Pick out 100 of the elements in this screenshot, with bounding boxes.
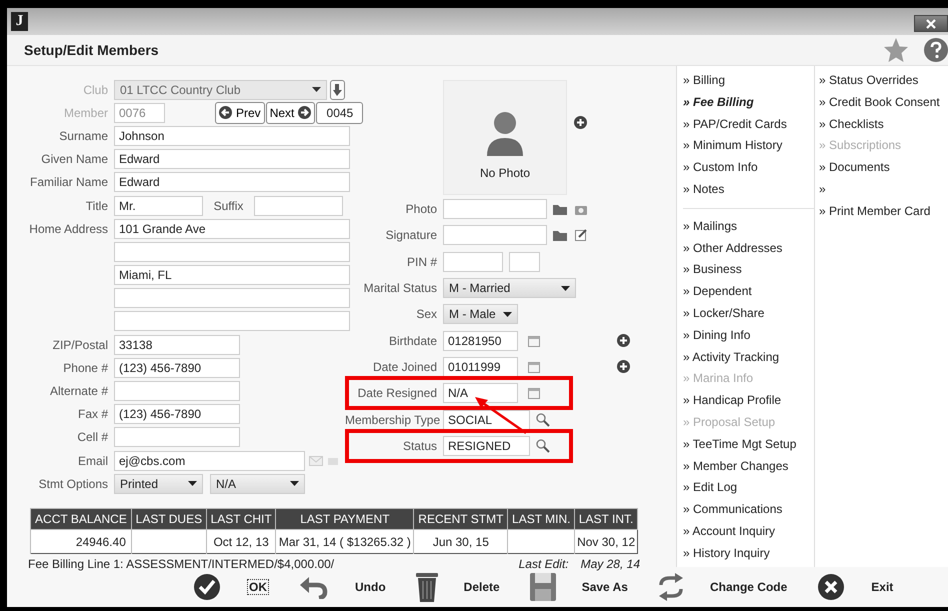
caret-icon: [312, 87, 321, 92]
nav-link[interactable]: » Dependent: [683, 281, 814, 303]
email-field[interactable]: ej@cbs.com: [114, 450, 305, 471]
nav-link[interactable]: » Fee Billing: [683, 92, 814, 114]
text-field[interactable]: Miami, FL: [114, 265, 350, 286]
field-label: Suffix: [212, 198, 244, 213]
nav-link[interactable]: » PAP/Credit Cards: [683, 114, 814, 136]
nav-link[interactable]: » Checklists: [819, 114, 948, 136]
nav-link[interactable]: » Credit Book Consent: [819, 92, 948, 114]
pin-field[interactable]: [443, 252, 503, 272]
toolbar-button[interactable]: Exit: [817, 573, 894, 601]
field-label: Surname: [58, 128, 109, 143]
toolbar-button[interactable]: OK: [193, 573, 269, 601]
edit-icon[interactable]: [575, 229, 587, 242]
text-field[interactable]: [254, 196, 343, 216]
nav-link[interactable]: »: [819, 178, 948, 201]
nav-link[interactable]: » Other Addresses: [683, 238, 814, 260]
lookup-field[interactable]: SOCIAL: [443, 410, 530, 430]
dropdown[interactable]: N/A: [210, 474, 305, 494]
add-icon[interactable]: [617, 334, 630, 348]
pin-field[interactable]: [509, 252, 540, 272]
text-field[interactable]: Johnson: [114, 126, 350, 146]
text-field[interactable]: (123) 456-7890: [114, 404, 240, 424]
text-field[interactable]: 33138: [114, 334, 240, 355]
column-header: LAST MIN.: [508, 508, 575, 530]
text-field[interactable]: [114, 311, 350, 332]
nav-link[interactable]: » Locker/Share: [683, 302, 814, 325]
toolbar-button[interactable]: Undo: [299, 575, 386, 599]
text-field[interactable]: 101 Grande Ave: [114, 218, 350, 239]
nav-link[interactable]: » Documents: [819, 157, 948, 179]
nav-link[interactable]: » Edit Log: [683, 477, 814, 500]
column-header: ACCT BALANCE: [30, 508, 132, 530]
nav-link[interactable]: » Mailings: [683, 216, 814, 238]
nav-link[interactable]: » Member Changes: [683, 456, 814, 478]
dropdown[interactable]: M - Male: [443, 304, 518, 324]
text-field[interactable]: [114, 288, 350, 308]
add-icon[interactable]: [617, 360, 630, 374]
text-field[interactable]: [114, 381, 240, 402]
field-label: Date Joined: [372, 360, 438, 374]
folder-icon[interactable]: [553, 204, 567, 215]
file-field[interactable]: [443, 225, 547, 246]
photo-placeholder[interactable]: No Photo: [443, 80, 567, 194]
text-field[interactable]: [114, 242, 350, 262]
calendar-icon[interactable]: [528, 387, 540, 400]
dropdown[interactable]: M - Married: [443, 278, 576, 298]
envelope-icon[interactable]: [309, 456, 323, 466]
text-field[interactable]: Edward: [114, 149, 350, 170]
window-title: Setup/Edit Members: [24, 42, 160, 58]
folder-icon[interactable]: [553, 230, 567, 241]
field-label: Sex: [415, 307, 438, 322]
last-edit-label: Last Edit:: [518, 557, 569, 572]
caret-icon: [503, 312, 512, 317]
caret-icon: [561, 286, 570, 291]
text-field[interactable]: [114, 427, 240, 448]
nav-link[interactable]: » Account Inquiry: [683, 520, 814, 543]
app-logo: J: [11, 12, 28, 31]
nav-link[interactable]: » TeeTime Mgt Setup: [683, 434, 814, 456]
fee-billing-line: Fee Billing Line 1: ASSESSMENT/INTERMED/$4,000.00/: [28, 557, 334, 572]
nav-link[interactable]: » History Inquiry: [683, 542, 814, 565]
text-field[interactable]: Edward: [114, 172, 350, 192]
nav-link[interactable]: » Activity Tracking: [683, 346, 814, 368]
nav-link[interactable]: » Print Member Card: [819, 200, 948, 223]
date-field[interactable]: N/A: [443, 383, 518, 404]
text-field[interactable]: (123) 456-7890: [114, 358, 240, 378]
club-lookup-button[interactable]: [330, 80, 345, 100]
toolbar-button[interactable]: Delete: [416, 572, 500, 602]
close-button[interactable]: [914, 15, 948, 32]
nav-link[interactable]: » Handicap Profile: [683, 390, 814, 412]
nav-link[interactable]: » Minimum History: [683, 135, 814, 158]
toolbar-button[interactable]: Change Code: [658, 573, 788, 601]
lookup-field[interactable]: RESIGNED: [443, 436, 530, 456]
check-icon: [193, 573, 221, 601]
nav-link[interactable]: » Communications: [683, 499, 814, 521]
field-label: Date Resigned: [356, 386, 438, 400]
camera-icon[interactable]: [575, 204, 587, 215]
nav-link[interactable]: » Business: [683, 259, 814, 282]
text-field[interactable]: Mr.: [114, 196, 203, 216]
date-field[interactable]: 01281950: [443, 330, 518, 351]
add-icon[interactable]: [574, 116, 587, 128]
calendar-icon[interactable]: [528, 360, 540, 373]
file-field[interactable]: [443, 199, 547, 220]
search-icon[interactable]: [536, 438, 550, 453]
field-label: ZIP/Postal: [52, 338, 109, 352]
toolbar-button[interactable]: Save As: [530, 573, 628, 601]
field-label: Birthdate: [388, 334, 438, 348]
nav-link[interactable]: » Notes: [683, 178, 814, 201]
field-label: PIN #: [406, 254, 438, 269]
date-field[interactable]: 01011999: [443, 356, 518, 377]
column-header: LAST PAYMENT: [276, 508, 414, 530]
dropdown[interactable]: Printed: [114, 474, 203, 494]
help-icon[interactable]: [924, 38, 948, 62]
undo-icon: [299, 575, 329, 599]
star-icon[interactable]: [883, 37, 909, 63]
search-icon[interactable]: [536, 412, 550, 427]
nav-link[interactable]: » Dining Info: [683, 324, 814, 347]
nav-link[interactable]: » Billing: [683, 70, 814, 92]
nav-link[interactable]: » Custom Info: [683, 157, 814, 179]
calendar-icon[interactable]: [528, 334, 540, 347]
table-cell: [508, 530, 575, 554]
nav-link[interactable]: » Status Overrides: [819, 70, 948, 92]
